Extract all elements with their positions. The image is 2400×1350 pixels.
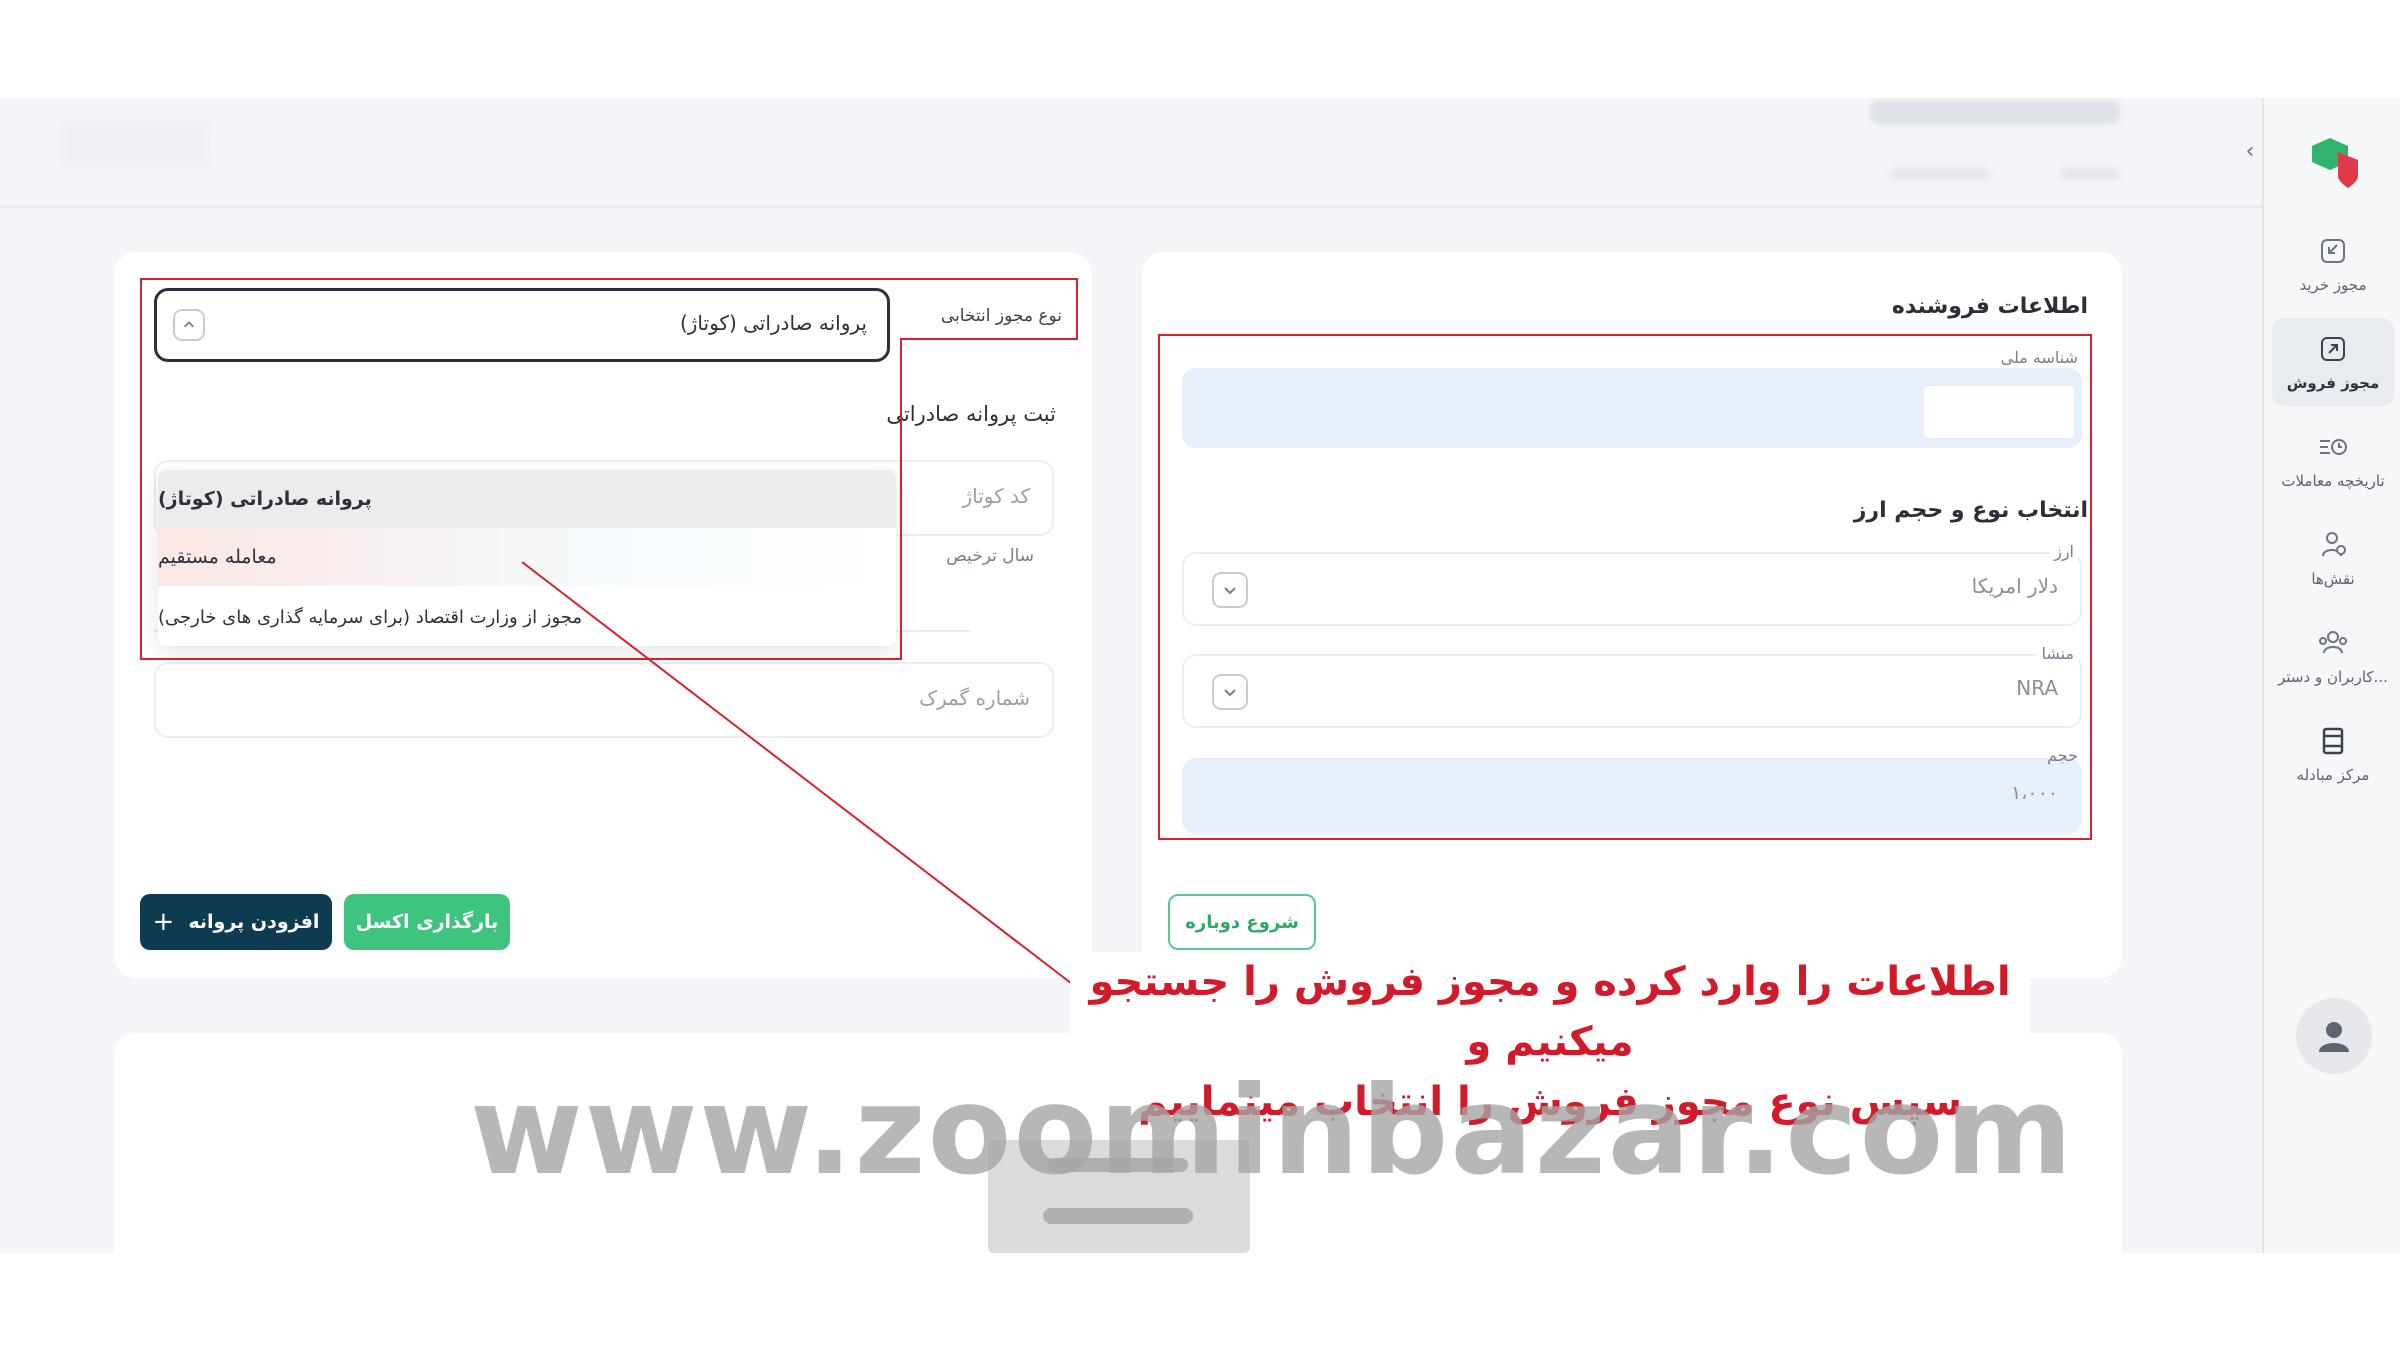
screenshot-stage: ‹ مجوز خرید مجوز فروش تاریخچه معاملات نق… [0,0,2400,1350]
watermark-text: www.zoominbazar.com [470,1060,2075,1202]
annotation-line-1: اطلاعات را وارد کرده و مجوز فروش را جستج… [1089,959,2011,1065]
